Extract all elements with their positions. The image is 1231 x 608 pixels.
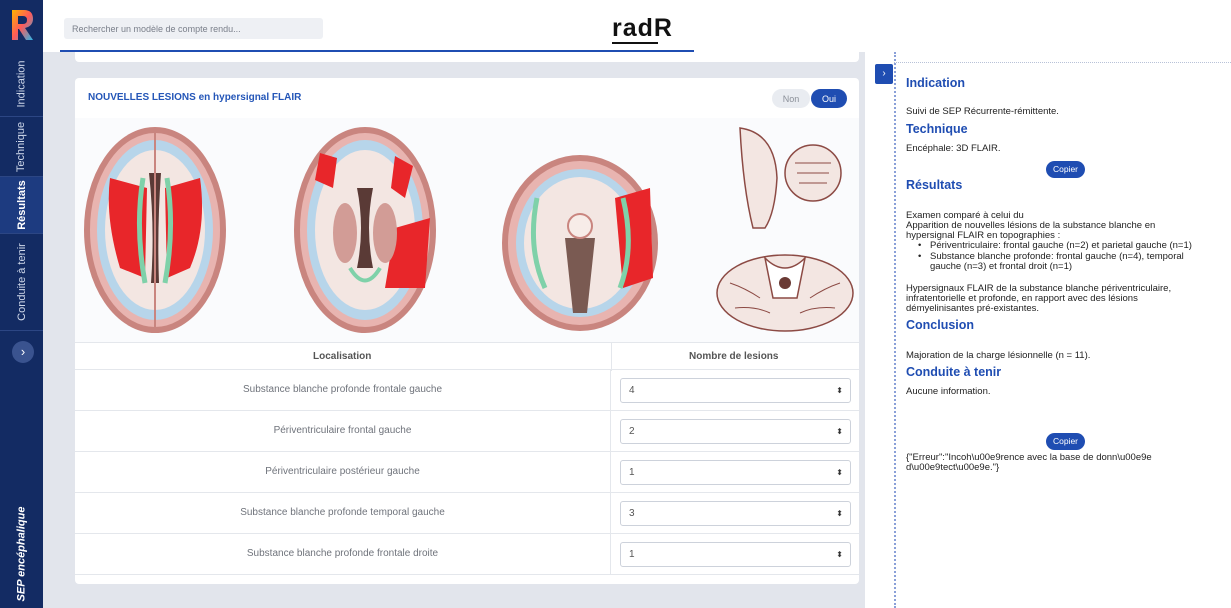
search-input[interactable] <box>64 18 323 39</box>
card-title: NOUVELLES LESIONS en hypersignal FLAIR <box>88 92 302 103</box>
lesion-count-value: 4 <box>629 385 635 396</box>
table-row: Périventriculaire postérieur gauche 1 ⬍ <box>75 452 859 493</box>
indication-text: Suivi de SEP Récurrente-rémittente. <box>906 106 1059 117</box>
tab-conduite[interactable]: Conduite à tenir <box>0 234 43 331</box>
select-arrows-icon: ⬍ <box>836 509 843 518</box>
exam-type: SEP encéphalique <box>0 500 43 608</box>
location-cell: Substance blanche profonde frontale gauc… <box>75 370 611 410</box>
technique-title: Technique <box>906 122 968 136</box>
brand-logo: radR <box>612 14 673 43</box>
tab-resultats-label: Résultats <box>15 180 28 230</box>
tab-resultats[interactable]: Résultats <box>0 177 43 234</box>
panel-top-border <box>894 62 1231 63</box>
copy-button-2[interactable]: Copier <box>1046 433 1085 450</box>
brand-underline <box>612 42 658 44</box>
brain-slice-2[interactable] <box>294 127 436 333</box>
lesion-count-value: 1 <box>629 467 635 478</box>
panel-divider <box>894 52 896 608</box>
lesion-count-value: 2 <box>629 426 635 437</box>
conduite-text: Aucune information. <box>906 386 991 397</box>
results-bullet-cont: gauche (n=3) et frontal droit (n=1) <box>930 261 1073 272</box>
chevron-right-icon[interactable]: › <box>12 341 34 363</box>
conclusion-title: Conclusion <box>906 318 975 332</box>
brain-diagram <box>75 118 859 342</box>
conclusion-text: Majoration de la charge lésionnelle (n =… <box>906 350 1091 361</box>
brain-slice-1[interactable] <box>84 127 226 333</box>
indication-title: Indication <box>906 76 966 90</box>
lesions-card: NOUVELLES LESIONS en hypersignal FLAIR N… <box>75 78 859 584</box>
table-header: Localisation Nombre de lesions <box>75 342 859 371</box>
col-localisation: Localisation <box>313 351 372 362</box>
previous-card <box>75 52 859 62</box>
conduite-title: Conduite à tenir <box>906 365 1002 379</box>
copy-button[interactable]: Copier <box>1046 161 1085 178</box>
results-title: Résultats <box>906 178 963 192</box>
toggle-non-button[interactable]: Non <box>772 89 810 108</box>
exam-type-label: SEP encéphalique <box>15 506 28 602</box>
results-bullet: Périventriculaire: frontal gauche (n=2) … <box>930 240 1192 251</box>
table-row: Périventriculaire frontal gauche 2 ⬍ <box>75 411 859 452</box>
select-arrows-icon: ⬍ <box>836 427 843 436</box>
bullet-dot: • <box>918 240 922 251</box>
collapse-panel-button[interactable]: › <box>875 64 893 84</box>
brand-text: radR <box>612 14 673 42</box>
tab-indication[interactable]: Indication <box>0 52 43 117</box>
app-logo <box>12 10 33 40</box>
technique-text: Encéphale: 3D FLAIR. <box>906 143 1001 154</box>
lesions-table: Localisation Nombre de lesions Substance… <box>75 342 859 575</box>
lesion-count-select[interactable]: 3 ⬍ <box>620 501 851 526</box>
results-para: démyelinisantes pré-existantes. <box>906 303 1040 314</box>
location-cell: Périventriculaire postérieur gauche <box>75 452 611 492</box>
select-arrows-icon: ⬍ <box>836 386 843 395</box>
error-text: d\u00e9tect\u00e9e."} <box>906 462 1000 473</box>
bullet-dot: • <box>918 251 922 262</box>
lesion-count-select[interactable]: 1 ⬍ <box>620 542 851 567</box>
table-row: Substance blanche profonde temporal gauc… <box>75 493 859 534</box>
table-row: Substance blanche profonde frontale gauc… <box>75 370 859 411</box>
col-nombre: Nombre de lesions <box>689 351 779 362</box>
location-cell: Périventriculaire frontal gauche <box>75 411 611 451</box>
select-arrows-icon: ⬍ <box>836 468 843 477</box>
location-cell: Substance blanche profonde frontale droi… <box>75 534 611 574</box>
tab-technique[interactable]: Technique <box>0 117 43 177</box>
column-divider <box>611 343 612 371</box>
lesion-count-value: 1 <box>629 549 635 560</box>
brain-slice-3[interactable] <box>502 155 658 331</box>
cerebellum-axial[interactable] <box>716 254 854 332</box>
tab-technique-label: Technique <box>15 121 28 172</box>
lesion-count-select[interactable]: 2 ⬍ <box>620 419 851 444</box>
select-arrows-icon: ⬍ <box>836 550 843 559</box>
location-cell: Substance blanche profonde temporal gauc… <box>75 493 611 533</box>
lesion-count-value: 3 <box>629 508 635 519</box>
lesion-count-select[interactable]: 4 ⬍ <box>620 378 851 403</box>
brainstem-sagittal[interactable] <box>739 127 842 229</box>
table-row: Substance blanche profonde frontale droi… <box>75 534 859 575</box>
chevron-right-icon: › <box>882 68 886 79</box>
tab-conduite-label: Conduite à tenir <box>15 243 28 321</box>
left-nav: Indication Technique Résultats Conduite … <box>0 0 43 608</box>
toggle-oui-button[interactable]: Oui <box>811 89 847 108</box>
tab-indication-label: Indication <box>15 60 28 108</box>
lesion-count-select[interactable]: 1 ⬍ <box>620 460 851 485</box>
